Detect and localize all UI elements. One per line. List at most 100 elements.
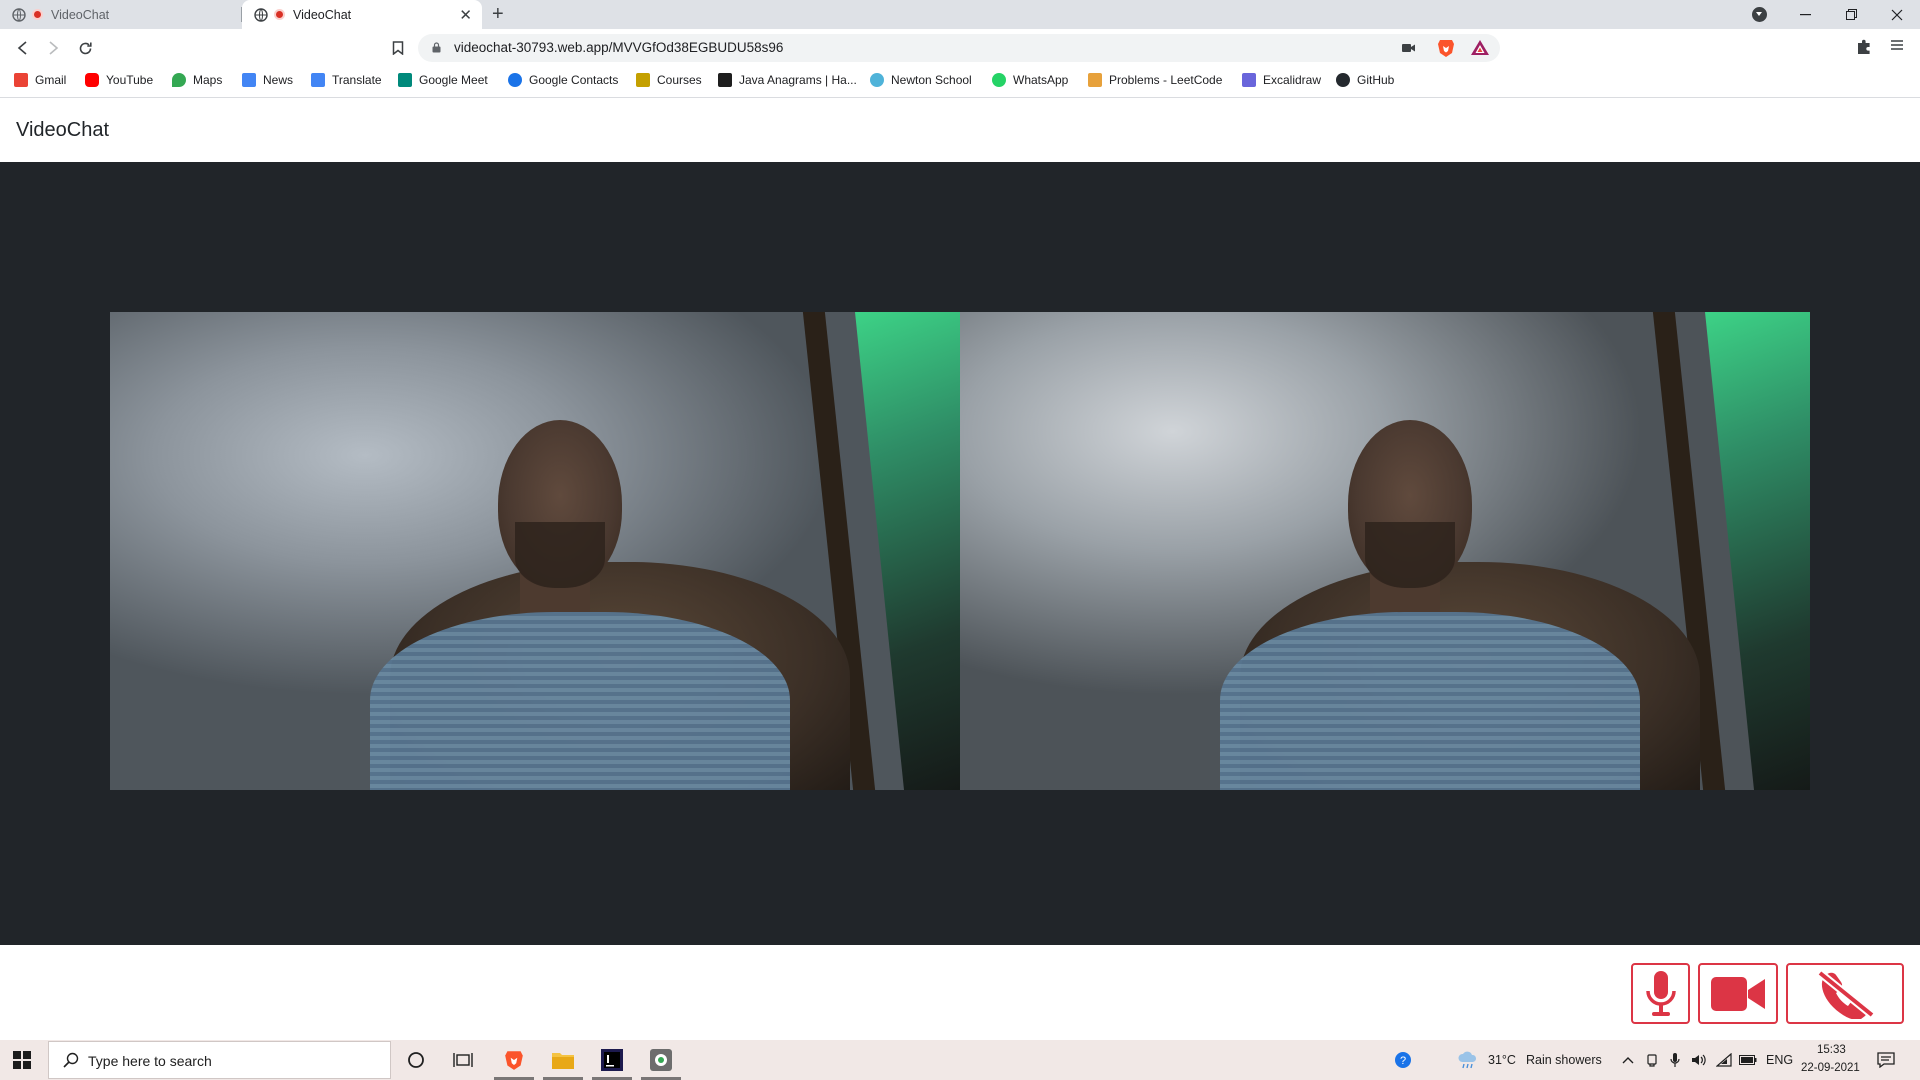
chevron-up-icon bbox=[1622, 1057, 1634, 1064]
minimize-button[interactable] bbox=[1782, 0, 1828, 29]
bookmark-maps[interactable]: Maps bbox=[172, 73, 222, 87]
tab-title: VideoChat bbox=[293, 7, 352, 22]
hackerrank-icon bbox=[718, 73, 732, 87]
taskbar-file-explorer[interactable] bbox=[549, 1046, 577, 1074]
clock-time[interactable]: 15:33 bbox=[1817, 1044, 1846, 1056]
bookmark-label: Courses bbox=[657, 73, 702, 87]
windows-taskbar: Type here to search ? 31°C Rain showers bbox=[0, 1040, 1920, 1080]
bookmark-github[interactable]: GitHub bbox=[1336, 73, 1394, 87]
weather-widget[interactable] bbox=[1454, 1046, 1482, 1074]
mute-mic-button[interactable] bbox=[1631, 963, 1690, 1024]
intellij-icon bbox=[601, 1049, 623, 1071]
meet-icon bbox=[398, 73, 412, 87]
brave-lion-icon bbox=[505, 1051, 523, 1070]
clock-date[interactable]: 22-09-2021 bbox=[1801, 1062, 1860, 1074]
taskbar-settings-app[interactable] bbox=[647, 1046, 675, 1074]
bookmark-news[interactable]: News bbox=[242, 73, 293, 87]
end-call-button[interactable] bbox=[1786, 963, 1904, 1024]
brave-shields-button[interactable] bbox=[1436, 38, 1456, 58]
notification-center-button[interactable] bbox=[1872, 1046, 1900, 1074]
microphone-icon bbox=[1645, 970, 1676, 1016]
bookmark-leetcode[interactable]: Problems - LeetCode bbox=[1088, 73, 1222, 87]
camera-in-use-icon[interactable] bbox=[1402, 43, 1415, 53]
bookmark-hackerrank[interactable]: Java Anagrams | Ha... bbox=[718, 73, 857, 87]
bookmark-label: Google Meet bbox=[419, 73, 488, 87]
bookmark-translate[interactable]: Translate bbox=[311, 73, 382, 87]
bookmark-google-contacts[interactable]: Google Contacts bbox=[508, 73, 618, 87]
minimize-icon bbox=[1799, 13, 1811, 15]
rain-cloud-icon bbox=[1458, 1051, 1477, 1069]
taskbar-brave-app[interactable] bbox=[500, 1046, 528, 1074]
close-window-button[interactable] bbox=[1874, 0, 1920, 29]
start-button[interactable] bbox=[13, 1051, 31, 1069]
bookmark-label: News bbox=[263, 73, 294, 87]
leetcode-icon bbox=[1088, 73, 1102, 87]
bookmark-newton-school[interactable]: Newton School bbox=[870, 73, 972, 87]
forward-button[interactable] bbox=[42, 37, 64, 59]
bookmarks-bar: Gmail YouTube Maps News Translate Google… bbox=[0, 67, 1920, 98]
phone-slash-icon bbox=[1817, 969, 1875, 1019]
bookmark-gmail[interactable]: Gmail bbox=[14, 73, 66, 87]
bookmark-google-meet[interactable]: Google Meet bbox=[398, 73, 488, 87]
local-video-feed bbox=[110, 312, 960, 790]
help-tray-button[interactable]: ? bbox=[1390, 1046, 1418, 1074]
back-button[interactable] bbox=[12, 37, 34, 59]
bookmark-label: Excalidraw bbox=[1263, 73, 1322, 87]
newton-school-icon bbox=[870, 73, 884, 87]
bookmark-label: Problems - LeetCode bbox=[1109, 73, 1223, 87]
battery-tray-button[interactable] bbox=[1734, 1046, 1762, 1074]
video-stage bbox=[0, 162, 1920, 945]
tab-search-button[interactable] bbox=[1752, 7, 1767, 22]
excalidraw-icon bbox=[1242, 73, 1256, 87]
video-camera-icon bbox=[1711, 976, 1765, 1011]
folder-icon bbox=[552, 1053, 574, 1069]
back-arrow-icon bbox=[17, 41, 27, 55]
browser-tab-2[interactable]: VideoChat ✕ bbox=[242, 0, 482, 29]
app-navbar: VideoChat bbox=[0, 98, 1920, 162]
browser-tab-1[interactable]: VideoChat bbox=[0, 0, 242, 29]
browser-menu-button[interactable] bbox=[1890, 38, 1910, 58]
bookmark-label: Java Anagrams | Ha... bbox=[739, 73, 857, 87]
recording-indicator-icon bbox=[274, 9, 285, 20]
cortana-button[interactable] bbox=[402, 1046, 430, 1074]
bookmark-courses[interactable]: Courses bbox=[636, 73, 702, 87]
input-language[interactable]: ENG bbox=[1766, 1053, 1793, 1067]
bookmark-icon bbox=[392, 41, 404, 55]
taskbar-intellij[interactable] bbox=[598, 1046, 626, 1074]
taskbar-search-box[interactable]: Type here to search bbox=[48, 1041, 391, 1079]
youtube-icon bbox=[85, 73, 99, 87]
bookmark-whatsapp[interactable]: WhatsApp bbox=[992, 73, 1068, 87]
bookmark-page-button[interactable] bbox=[387, 37, 409, 59]
weather-temp: 31°C bbox=[1488, 1053, 1516, 1067]
brave-rewards-button[interactable] bbox=[1470, 38, 1490, 58]
toggle-camera-button[interactable] bbox=[1698, 963, 1778, 1024]
bookmark-label: YouTube bbox=[106, 73, 154, 87]
volume-tray-button[interactable] bbox=[1685, 1046, 1713, 1074]
bookmark-youtube[interactable]: YouTube bbox=[85, 73, 153, 87]
new-tab-button[interactable]: + bbox=[492, 3, 504, 26]
app-title: VideoChat bbox=[16, 119, 110, 141]
extensions-button[interactable] bbox=[1856, 38, 1876, 58]
close-tab-icon[interactable]: ✕ bbox=[459, 6, 472, 24]
help-icon: ? bbox=[1395, 1052, 1411, 1068]
forward-arrow-icon bbox=[49, 41, 59, 55]
news-icon bbox=[242, 73, 256, 87]
battery-icon bbox=[1739, 1055, 1757, 1065]
bookmark-label: WhatsApp bbox=[1013, 73, 1069, 87]
search-icon bbox=[63, 1052, 79, 1068]
person-shirt bbox=[370, 612, 790, 790]
reload-button[interactable] bbox=[74, 37, 96, 59]
gmail-icon bbox=[14, 73, 28, 87]
bookmark-label: GitHub bbox=[1357, 73, 1395, 87]
bookmark-excalidraw[interactable]: Excalidraw bbox=[1242, 73, 1321, 87]
address-bar[interactable]: videochat-30793.web.app/MVVGfOd38EGBUDU5… bbox=[418, 34, 1500, 62]
contacts-icon bbox=[508, 73, 522, 87]
globe-icon bbox=[254, 7, 268, 22]
person-shirt bbox=[1220, 612, 1640, 790]
restore-button[interactable] bbox=[1828, 0, 1874, 29]
task-view-button[interactable] bbox=[449, 1046, 477, 1074]
bookmark-label: Gmail bbox=[35, 73, 67, 87]
wifi-icon bbox=[1716, 1053, 1732, 1067]
speaker-icon bbox=[1692, 1054, 1706, 1066]
translate-icon bbox=[311, 73, 325, 87]
